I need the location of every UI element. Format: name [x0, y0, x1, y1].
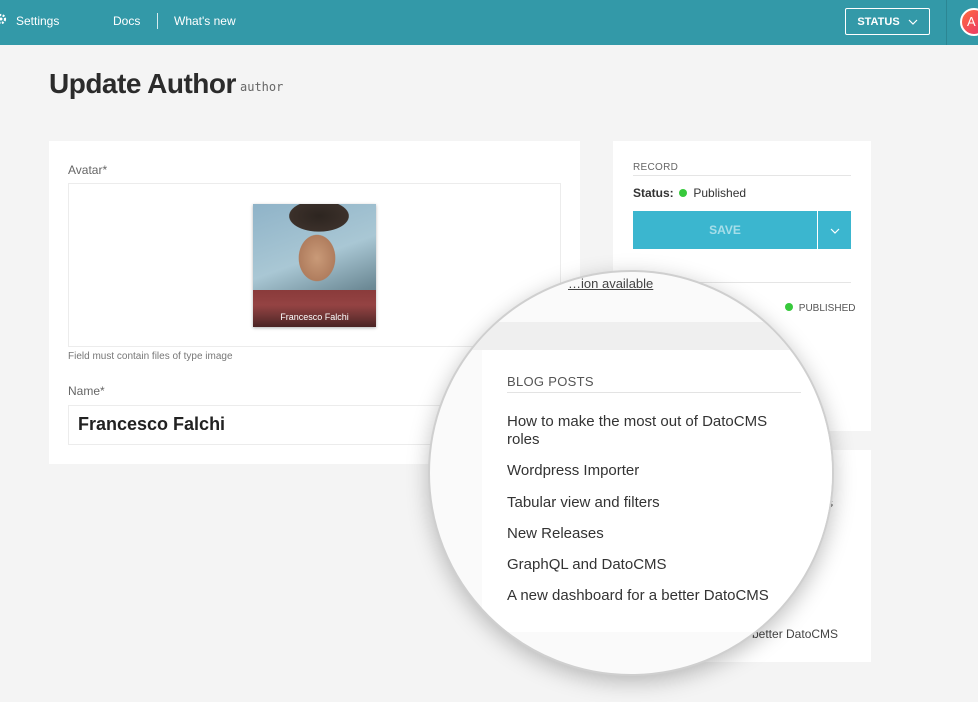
status-value: Published — [693, 186, 747, 200]
name-field-label: Name* — [68, 384, 105, 398]
status-dropdown-button[interactable]: STATUS — [845, 8, 930, 35]
record-status: Status: Published — [633, 186, 746, 200]
published-status-dot — [785, 303, 793, 311]
blog-post-link[interactable]: How to make the most out of DatoCMS role… — [507, 413, 797, 449]
avatar-field-hint: Field must contain files of type image — [68, 351, 233, 362]
chevron-down-icon — [908, 19, 918, 25]
status-button-label: STATUS — [857, 15, 900, 28]
magnifier-lens: …ion available BLOG POSTS How to make th… — [428, 270, 834, 676]
blog-post-link[interactable]: Wordpress Importer — [507, 462, 797, 480]
top-navigation-bar: Settings Docs What's new STATUS A — [0, 0, 978, 45]
published-label: PUBLISHED — [798, 303, 856, 314]
page-title: Update Author — [49, 68, 236, 99]
avatar-field-label: Avatar* — [68, 163, 108, 177]
model-api-key: author — [240, 80, 284, 94]
status-label: Status: — [633, 186, 674, 200]
gear-icon[interactable] — [0, 13, 7, 25]
blog-posts-section-title: BLOG POSTS — [507, 374, 594, 389]
record-section-title: RECORD — [633, 162, 679, 173]
published-version-status: PUBLISHED — [783, 303, 855, 314]
version-available-link[interactable]: …ion available — [568, 276, 653, 291]
settings-link[interactable]: Settings — [16, 14, 59, 28]
whats-new-link[interactable]: What's new — [174, 14, 236, 28]
blog-post-link[interactable]: Tabular view and filters — [507, 494, 797, 512]
lens-background-band — [430, 322, 832, 350]
avatar-image-caption: Francesco Falchi — [253, 305, 376, 327]
save-button[interactable]: SAVE — [633, 211, 817, 249]
save-options-button[interactable] — [818, 211, 851, 249]
section-divider — [633, 175, 851, 176]
nav-separator — [157, 13, 158, 29]
topbar-divider — [946, 0, 947, 45]
published-status-dot — [679, 189, 688, 197]
chevron-down-icon — [830, 228, 839, 234]
avatar-image[interactable]: Francesco Falchi — [253, 204, 376, 327]
blog-post-link[interactable]: GraphQL and DatoCMS — [507, 556, 797, 574]
user-avatar[interactable]: A — [960, 8, 978, 36]
docs-link[interactable]: Docs — [113, 14, 140, 28]
section-divider — [507, 392, 801, 393]
blog-post-link[interactable]: A new dashboard for a better DatoCMS — [507, 587, 797, 605]
blog-post-link[interactable]: New Releases — [507, 525, 797, 543]
